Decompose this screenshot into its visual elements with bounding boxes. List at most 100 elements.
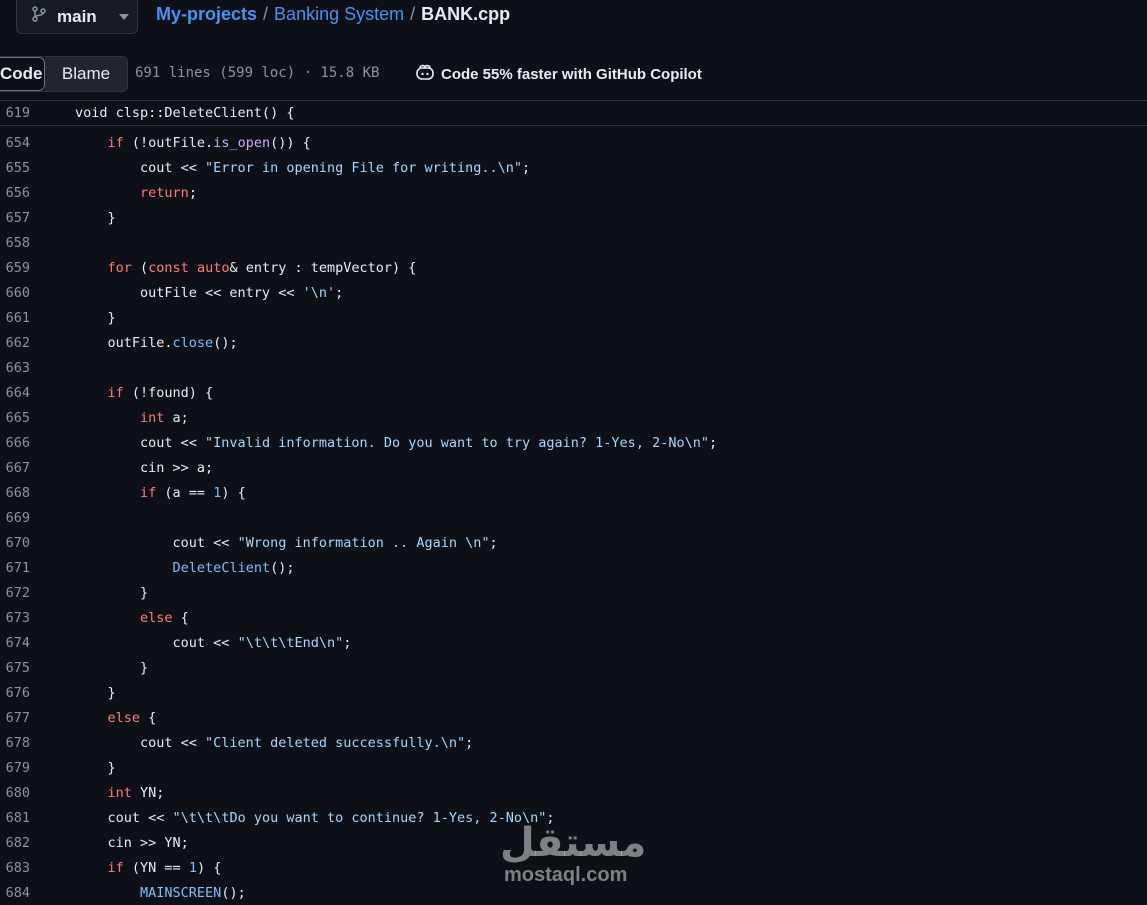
breadcrumb-separator: / xyxy=(263,4,269,24)
code-line: 658 xyxy=(0,230,1147,255)
code-text: int YN; xyxy=(107,784,165,801)
code-text: return; xyxy=(140,184,197,201)
code-text: cout << "Client deleted successfully.\n"… xyxy=(75,734,474,751)
code-line: 678 cout << "Client deleted successfully… xyxy=(0,730,1147,755)
line-number[interactable]: 657 xyxy=(0,210,30,226)
code-line: 675 } xyxy=(0,655,1147,680)
code-text: } xyxy=(75,659,149,676)
code-text: outFile << entry << '\n'; xyxy=(75,284,344,301)
line-number[interactable]: 659 xyxy=(0,260,30,276)
code-text: } xyxy=(75,309,116,326)
line-number[interactable]: 670 xyxy=(0,535,30,551)
line-number[interactable]: 660 xyxy=(0,285,30,301)
code-text: for (const auto& entry : tempVector) { xyxy=(107,259,417,276)
line-number[interactable]: 663 xyxy=(0,360,30,376)
code-text: cin >> a; xyxy=(75,459,214,476)
code-line: 669 xyxy=(0,505,1147,530)
line-number[interactable]: 619 xyxy=(0,105,30,121)
chevron-down-icon xyxy=(118,13,129,20)
code-line: 676 } xyxy=(0,680,1147,705)
line-number[interactable]: 682 xyxy=(0,835,30,851)
topbar: main My-projects / Banking System / BANK… xyxy=(0,0,1147,36)
breadcrumb-repo-link[interactable]: My-projects xyxy=(156,4,257,25)
branch-label: main xyxy=(57,6,97,26)
code-text: else { xyxy=(107,709,157,726)
line-number[interactable]: 672 xyxy=(0,585,30,601)
code-text: cout << "\t\t\tDo you want to continue? … xyxy=(75,809,555,826)
line-number[interactable]: 677 xyxy=(0,710,30,726)
code-line: 661 } xyxy=(0,305,1147,330)
file-meta: 691 lines (599 loc) · 15.8 KB xyxy=(135,65,380,81)
file-toolbar: Code Blame 691 lines (599 loc) · 15.8 KB… xyxy=(0,45,1147,101)
breadcrumb-file: BANK.cpp xyxy=(421,4,511,24)
line-number[interactable]: 666 xyxy=(0,435,30,451)
code-text: if (a == 1) { xyxy=(140,484,246,501)
line-number[interactable]: 684 xyxy=(0,885,30,901)
line-number[interactable]: 681 xyxy=(0,810,30,826)
code-line: 677 else { xyxy=(0,705,1147,730)
breadcrumb-separator: / xyxy=(410,4,416,24)
line-number[interactable]: 654 xyxy=(0,135,30,151)
code-line: 672 } xyxy=(0,580,1147,605)
code-line: 663 xyxy=(0,355,1147,380)
code-line: 662 outFile.close(); xyxy=(0,330,1147,355)
code-text: } xyxy=(75,209,116,226)
code-line: 667 cin >> a; xyxy=(0,455,1147,480)
line-number[interactable]: 674 xyxy=(0,635,30,651)
git-branch-icon xyxy=(31,6,47,27)
line-number[interactable]: 667 xyxy=(0,460,30,476)
watermark-latin: mostaql.com xyxy=(504,864,628,886)
code-line: 656 return; xyxy=(0,180,1147,205)
code-text: cout << "Error in opening File for writi… xyxy=(75,159,531,176)
line-number[interactable]: 665 xyxy=(0,410,30,426)
code-text: if (!found) { xyxy=(107,384,214,401)
line-number[interactable]: 661 xyxy=(0,310,30,326)
code-text: int a; xyxy=(140,409,189,426)
blame-view-button[interactable]: Blame xyxy=(45,57,127,91)
line-number[interactable]: 683 xyxy=(0,860,30,876)
code-view-button[interactable]: Code xyxy=(0,57,45,91)
code-text: cout << "Wrong information .. Again \n"; xyxy=(75,534,498,551)
line-number[interactable]: 662 xyxy=(0,335,30,351)
sticky-scope-text: void clsp::DeleteClient() { xyxy=(75,105,295,121)
code-line: 654 if (!outFile.is_open()) { xyxy=(0,130,1147,155)
line-number[interactable]: 678 xyxy=(0,735,30,751)
watermark-arabic: مستقل xyxy=(500,821,647,865)
line-number[interactable]: 680 xyxy=(0,785,30,801)
code-line: 674 cout << "\t\t\tEnd\n"; xyxy=(0,630,1147,655)
code-text: cout << "Invalid information. Do you wan… xyxy=(75,434,718,451)
line-number[interactable]: 669 xyxy=(0,510,30,526)
branch-selector-button[interactable]: main xyxy=(16,0,138,34)
line-number[interactable]: 676 xyxy=(0,685,30,701)
code-line: 679 } xyxy=(0,755,1147,780)
code-line: 668 if (a == 1) { xyxy=(0,480,1147,505)
line-number[interactable]: 679 xyxy=(0,760,30,776)
view-mode-toggle: Code Blame xyxy=(0,56,128,92)
code-line: 660 outFile << entry << '\n'; xyxy=(0,280,1147,305)
code-line: 665 int a; xyxy=(0,405,1147,430)
code-text: cout << "\t\t\tEnd\n"; xyxy=(75,634,352,651)
code-line: 666 cout << "Invalid information. Do you… xyxy=(0,430,1147,455)
line-number[interactable]: 664 xyxy=(0,385,30,401)
code-text: } xyxy=(75,584,149,601)
line-number[interactable]: 656 xyxy=(0,185,30,201)
code-line: 655 cout << "Error in opening File for w… xyxy=(0,155,1147,180)
breadcrumb-folder-link[interactable]: Banking System xyxy=(274,4,404,25)
copilot-promo[interactable]: Code 55% faster with GitHub Copilot xyxy=(415,63,702,85)
line-number[interactable]: 658 xyxy=(0,235,30,251)
code-text: if (!outFile.is_open()) { xyxy=(107,134,311,151)
line-number[interactable]: 675 xyxy=(0,660,30,676)
copilot-text: Code 55% faster with GitHub Copilot xyxy=(441,65,702,83)
line-number[interactable]: 668 xyxy=(0,485,30,501)
line-number[interactable]: 655 xyxy=(0,160,30,176)
code-text: } xyxy=(75,684,116,701)
line-number[interactable]: 673 xyxy=(0,610,30,626)
code-text: if (YN == 1) { xyxy=(107,859,222,876)
sticky-scope-header[interactable]: 619 void clsp::DeleteClient() { xyxy=(0,101,1147,126)
code-line: 664 if (!found) { xyxy=(0,380,1147,405)
code-text: DeleteClient(); xyxy=(172,559,295,576)
copilot-icon xyxy=(415,63,435,85)
breadcrumb: My-projects / Banking System / BANK.cpp xyxy=(156,4,510,25)
code-text: MAINSCREEN(); xyxy=(140,884,246,901)
line-number[interactable]: 671 xyxy=(0,560,30,576)
